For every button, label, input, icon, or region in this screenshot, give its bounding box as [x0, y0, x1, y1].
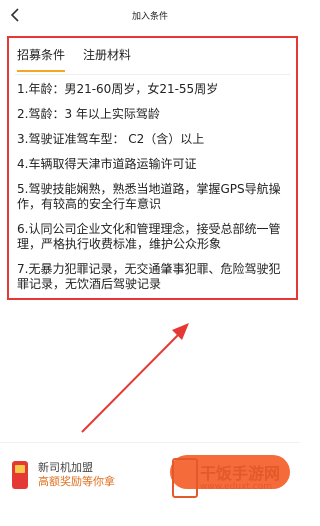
- tab-registration-materials[interactable]: 注册材料: [83, 46, 131, 70]
- promo-badge-icon: [12, 461, 28, 489]
- requirement-item: 2.驾龄：3 年以上实际驾龄: [17, 107, 160, 121]
- promo-subtitle: 高额奖励等你拿: [38, 475, 115, 488]
- tab-bar: 招募条件 注册材料: [17, 46, 149, 72]
- watermark-url: www.eduxt.com: [200, 482, 273, 492]
- requirement-item: 3.驾驶证准驾车型： C2（含）以上: [17, 132, 205, 146]
- requirement-item: 7.无暴力犯罪记录，无交通肇事犯罪、危险驾驶犯罪记录，无饮酒后驾驶记录: [17, 262, 281, 291]
- requirement-item: 5.驾驶技能娴熟，熟悉当地道路，掌握GPS导航操作，有较高的安全行车意识: [17, 182, 281, 211]
- watermark: 干饭手游网 www.eduxt.com: [168, 454, 300, 518]
- requirement-item: 6.认同公司企业文化和管理理念，接受总部统一管理，严格执行收费标准，维护公众形象: [17, 222, 281, 251]
- tab-recruit-conditions[interactable]: 招募条件: [17, 46, 66, 72]
- watermark-text: 干饭手游网: [200, 464, 281, 483]
- requirements-list: 1.年龄：男21-60周岁，女21-55周岁 2.驾龄：3 年以上实际驾龄 3.…: [17, 82, 288, 302]
- watermark-logo-icon: [172, 458, 198, 498]
- top-header: 加入条件: [0, 0, 300, 30]
- requirement-item: 4.车辆取得天津市道路运输许可证: [17, 157, 197, 171]
- main-content: 招募条件 注册材料 1.年龄：男21-60周岁，女21-55周岁 2.驾龄：3 …: [0, 30, 300, 442]
- tab-divider: [15, 74, 290, 75]
- page-title: 加入条件: [131, 12, 168, 22]
- highlight-box: 招募条件 注册材料 1.年龄：男21-60周岁，女21-55周岁 2.驾龄：3 …: [7, 36, 298, 300]
- requirement-item: 1.年龄：男21-60周岁，女21-55周岁: [17, 82, 219, 96]
